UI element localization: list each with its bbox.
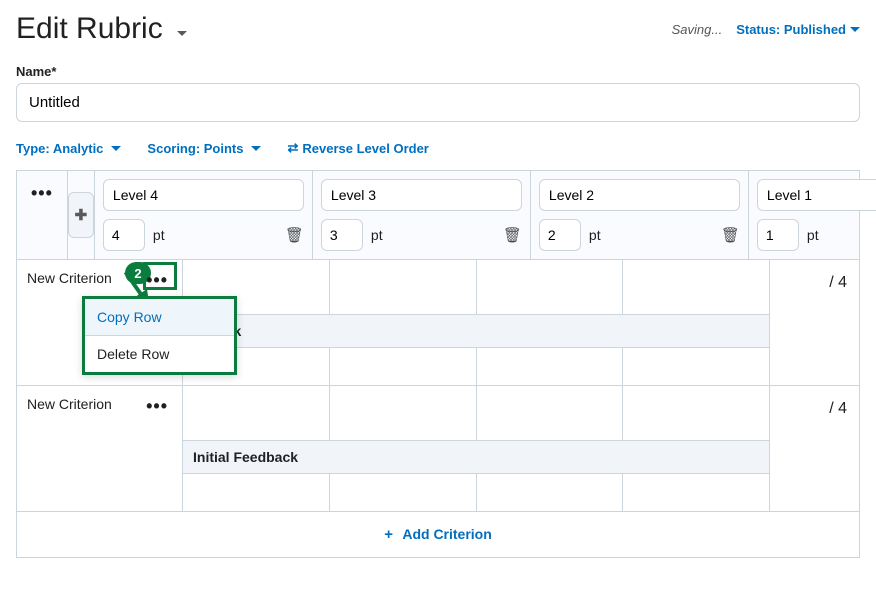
delete-level-icon[interactable]: 🗑 — [285, 226, 304, 244]
reverse-order-button[interactable]: ⇄ Reverse Level Order — [287, 140, 428, 156]
add-level-left-button[interactable]: ✚ — [68, 192, 94, 238]
feedback-cell[interactable] — [330, 348, 477, 385]
name-label: Name* — [16, 64, 860, 79]
feedback-label: edback — [183, 314, 769, 347]
level-name-input[interactable] — [539, 179, 740, 211]
feedback-cell[interactable] — [330, 474, 477, 511]
points-unit: pt — [807, 227, 819, 243]
level-name-input[interactable] — [321, 179, 522, 211]
points-unit: pt — [589, 227, 601, 243]
delete-row-item[interactable]: Delete Row — [85, 336, 234, 372]
level-points-input[interactable] — [539, 219, 581, 251]
delete-level-icon[interactable]: 🗑 — [721, 226, 740, 244]
criterion-row: New Criterion ••• Initial Feedback / 4 — [17, 386, 859, 512]
type-selector[interactable]: Type: Analytic — [16, 140, 121, 156]
level-points-input[interactable] — [757, 219, 799, 251]
points-unit: pt — [371, 227, 383, 243]
criterion-cell[interactable] — [477, 260, 624, 314]
criterion-cell[interactable] — [330, 260, 477, 314]
criterion-row: New Criterion ••• edback / 4 2 Copy Row — [17, 260, 859, 386]
feedback-label: Initial Feedback — [183, 440, 769, 473]
feedback-cell[interactable] — [477, 474, 624, 511]
name-input[interactable] — [16, 83, 860, 122]
levels-header-row: ••• ✚ pt 🗑 pt 🗑 — [17, 171, 859, 260]
criterion-score: / 4 — [769, 386, 859, 511]
reverse-order-label: Reverse Level Order — [302, 141, 428, 156]
level-column: pt 🗑 — [95, 171, 313, 259]
feedback-cell[interactable] — [623, 348, 769, 385]
level-column: pt 🗑 — [749, 171, 876, 259]
copy-row-item[interactable]: Copy Row — [85, 299, 234, 336]
criterion-cell[interactable] — [623, 260, 769, 314]
saving-indicator: Saving... — [672, 22, 723, 37]
points-unit: pt — [153, 227, 165, 243]
title-dropdown-icon[interactable] — [173, 25, 187, 43]
criterion-score: / 4 — [769, 260, 859, 385]
level-name-input[interactable] — [757, 179, 876, 211]
swap-icon: ⇄ — [287, 140, 298, 156]
page-title: Edit Rubric — [16, 12, 163, 46]
feedback-cell[interactable] — [623, 474, 769, 511]
level-column: pt 🗑 — [313, 171, 531, 259]
plus-icon: + — [384, 526, 393, 543]
row-context-menu: Copy Row Delete Row — [82, 296, 237, 375]
delete-level-icon[interactable]: 🗑 — [503, 226, 522, 244]
criterion-actions-menu[interactable]: ••• — [142, 396, 172, 417]
level-points-input[interactable] — [321, 219, 363, 251]
criterion-cell[interactable] — [183, 386, 330, 440]
rubric-table: ••• ✚ pt 🗑 pt 🗑 — [16, 170, 860, 558]
feedback-cell[interactable] — [183, 474, 330, 511]
criterion-name[interactable]: New Criterion — [27, 396, 112, 412]
criterion-actions-menu[interactable]: ••• — [142, 270, 172, 291]
feedback-cell[interactable] — [477, 348, 624, 385]
level-points-input[interactable] — [103, 219, 145, 251]
level-column: pt 🗑 — [531, 171, 749, 259]
level-name-input[interactable] — [103, 179, 304, 211]
plus-icon: ✚ — [75, 206, 88, 224]
criterion-cell[interactable] — [330, 386, 477, 440]
add-criterion-button[interactable]: + Add Criterion — [17, 512, 859, 557]
add-criterion-label: Add Criterion — [402, 526, 491, 542]
table-actions-menu[interactable]: ••• — [27, 183, 57, 204]
status-dropdown[interactable]: Status: Published — [736, 22, 860, 37]
criterion-cell[interactable] — [477, 386, 624, 440]
criterion-cell[interactable] — [623, 386, 769, 440]
criterion-name[interactable]: New Criterion — [27, 270, 112, 286]
scoring-selector[interactable]: Scoring: Points — [147, 140, 261, 156]
